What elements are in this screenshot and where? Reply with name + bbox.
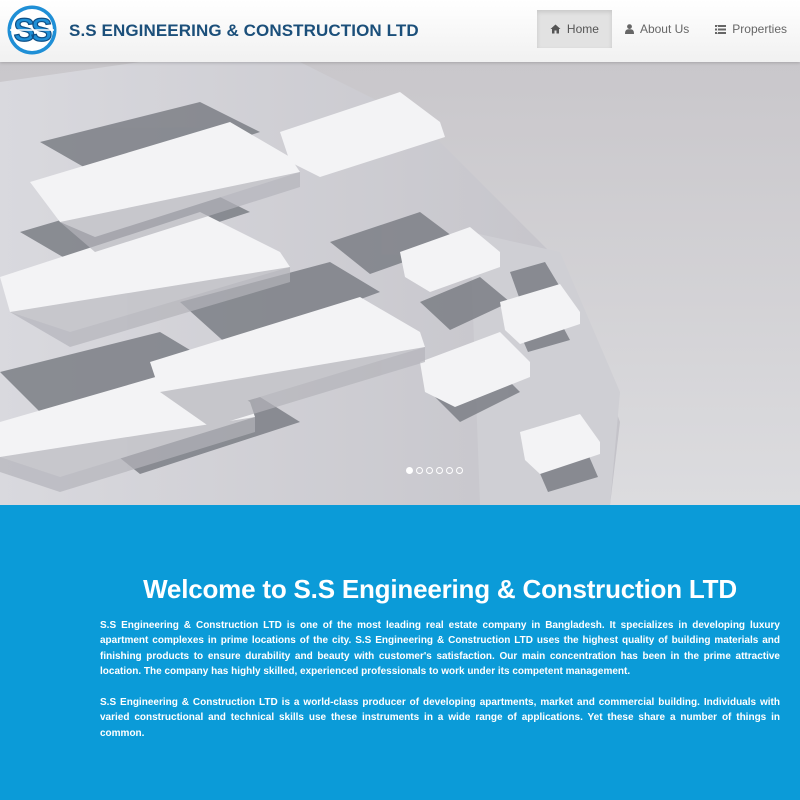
nav-about-us[interactable]: About Us (612, 10, 702, 48)
nav-about-us-label: About Us (639, 22, 690, 36)
slider-pagination (406, 467, 463, 474)
hero-slider[interactable] (0, 62, 800, 505)
welcome-title: Welcome to S.S Engineering & Constructio… (143, 574, 737, 604)
welcome-paragraph-2: S.S Engineering & Construction LTD is a … (100, 697, 780, 739)
slider-dot-3[interactable] (426, 467, 433, 474)
nav-properties[interactable]: Properties (702, 10, 800, 48)
brand-name[interactable]: S.S ENGINEERING & CONSTRUCTION LTD (69, 21, 419, 41)
home-icon (550, 24, 561, 34)
nav-home-label: Home (566, 22, 599, 36)
main-nav: Home About Us Properties (536, 10, 800, 48)
slider-dot-2[interactable] (416, 467, 423, 474)
company-logo[interactable]: SS (6, 4, 58, 56)
top-navbar: SS S.S ENGINEERING & CONSTRUCTION LTD Ho… (0, 0, 800, 62)
slider-dot-6[interactable] (456, 467, 463, 474)
welcome-paragraph-1: S.S Engineering & Construction LTD is on… (100, 620, 780, 678)
nav-properties-label: Properties (732, 22, 787, 36)
list-icon (715, 24, 727, 34)
welcome-section: Welcome to S.S Engineering & Constructio… (0, 505, 800, 800)
slider-dot-5[interactable] (446, 467, 453, 474)
hero-building-image (0, 62, 800, 505)
slider-dot-4[interactable] (436, 467, 443, 474)
user-icon (624, 24, 634, 34)
slider-dot-1[interactable] (406, 467, 413, 474)
nav-home[interactable]: Home (536, 10, 612, 48)
